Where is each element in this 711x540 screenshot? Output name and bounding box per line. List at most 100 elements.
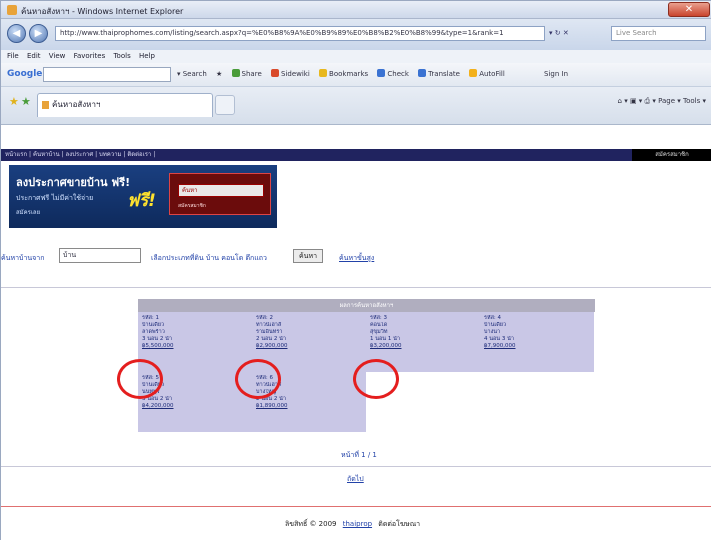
google-toolbar: Google ▾ Search ★ Share Sidewiki Bookmar… <box>1 63 711 87</box>
live-search-input[interactable]: Live Search <box>611 26 706 41</box>
cell-price[interactable]: ฿4,200,000 <box>142 403 248 410</box>
banner-subtitle: ประกาศฟรี ไม่มีค่าใช้จ่าย <box>16 194 94 202</box>
google-search-input[interactable] <box>43 67 171 82</box>
new-tab-button[interactable] <box>215 95 235 115</box>
menu-favorites[interactable]: Favorites <box>74 52 106 60</box>
google-share-button[interactable]: Share <box>231 69 262 78</box>
cell-rooms: 4 นอน 3 น้ำ <box>484 336 514 342</box>
banner-free-badge: ฟรี! <box>127 191 156 211</box>
google-autofill-button[interactable]: AutoFill <box>469 69 505 78</box>
autofill-label: AutoFill <box>479 70 505 78</box>
tab-favicon-icon <box>42 101 49 109</box>
favorites-star-icon[interactable]: ★ <box>9 95 19 108</box>
cell-id: รหัส: 3 <box>370 315 388 321</box>
pagination-text: หน้าที่ 1 / 1 <box>341 451 377 459</box>
footer-divider <box>1 506 711 507</box>
google-bookmarks-button[interactable]: Bookmarks <box>319 69 368 78</box>
cell-type: บ้านเดี่ยว <box>484 322 507 328</box>
check-label: Check <box>387 70 409 78</box>
google-check-button[interactable]: Check <box>377 69 409 78</box>
cell-location: ลาดพร้าว <box>142 329 165 335</box>
search-type-options[interactable]: เลือกประเภทที่ดิน บ้าน คอนโด ตึกแถว <box>151 253 267 264</box>
next-page-link[interactable]: ถัดไป <box>347 474 364 485</box>
tab-active[interactable]: ค้นหาอสังหาฯ <box>37 93 213 117</box>
translate-icon <box>418 69 427 77</box>
address-controls[interactable]: ▾ ↻ ✕ <box>549 26 607 41</box>
sidewiki-icon <box>270 69 279 77</box>
google-star-button[interactable]: ★ <box>216 70 222 78</box>
google-sidewiki-button[interactable]: Sidewiki <box>270 69 310 78</box>
advanced-search-link[interactable]: ค้นหาขั้นสูง <box>339 253 374 264</box>
check-icon <box>377 69 386 77</box>
cell-rooms: 3 นอน 2 น้ำ <box>142 396 172 402</box>
highlight-circle-1 <box>117 359 163 399</box>
banner-signup-box: ค้นหา สมัครสมาชิก <box>169 173 271 215</box>
search-button[interactable]: ค้นหา <box>293 249 323 263</box>
close-window-button[interactable]: ✕ <box>668 2 710 17</box>
google-sign-in-link[interactable]: Sign In <box>544 70 568 78</box>
cell-type: บ้านเดี่ยว <box>142 322 165 328</box>
footer-link[interactable]: thaiprop <box>343 520 372 528</box>
tab-label: ค้นหาอสังหาฯ <box>52 100 101 109</box>
address-input[interactable]: http://www.thaiprophomes.com/listing/sea… <box>55 26 545 41</box>
banner-signup-label: สมัครสมาชิก <box>178 203 206 209</box>
cell-id: รหัส: 1 <box>142 315 160 321</box>
translate-label: Translate <box>428 70 460 78</box>
browser-window: ค้นหาอสังหาฯ - Windows Internet Explorer… <box>0 0 711 540</box>
cell-location: สุขุมวิท <box>370 329 388 335</box>
command-bar[interactable]: ⌂ ▾ ▣ ▾ ⎙ ▾ Page ▾ Tools ▾ <box>618 97 706 106</box>
site-nav-links[interactable]: หน้าแรก | ค้นหาบ้าน | ลงประกาศ | บทความ … <box>5 151 155 158</box>
divider <box>1 466 711 467</box>
site-nav-right[interactable]: สมัครสมาชิก <box>632 149 711 161</box>
menu-help[interactable]: Help <box>139 52 155 60</box>
result-cell-4[interactable]: รหัส: 4 บ้านเดี่ยว บางนา 4 นอน 3 น้ำ ฿7,… <box>480 312 594 372</box>
cell-location: บางนา <box>484 329 501 335</box>
cell-price[interactable]: ฿5,500,000 <box>142 343 248 350</box>
banner-search-field: ค้นหา <box>178 184 264 197</box>
cell-price[interactable]: ฿2,900,000 <box>256 343 362 350</box>
cell-type: ทาวน์เฮาส์ <box>256 322 282 328</box>
site-nav-bar: หน้าแรก | ค้นหาบ้าน | ลงประกาศ | บทความ … <box>1 149 711 161</box>
cell-type: คอนโด <box>370 322 388 328</box>
page-favicon-icon <box>7 5 17 15</box>
google-logo: Google <box>7 69 43 79</box>
cell-location: รามอินทรา <box>256 329 283 335</box>
menu-view[interactable]: View <box>49 52 66 60</box>
menu-bar: File Edit View Favorites Tools Help <box>1 50 711 63</box>
highlight-circle-3 <box>353 359 399 399</box>
search-input[interactable]: บ้าน <box>59 248 141 263</box>
share-label: Share <box>241 70 262 78</box>
divider <box>1 287 711 288</box>
cell-price[interactable]: ฿1,890,000 <box>256 403 362 410</box>
sidewiki-label: Sidewiki <box>280 70 310 78</box>
add-favorite-icon[interactable]: ★ <box>21 95 31 108</box>
google-translate-button[interactable]: Translate <box>418 69 460 78</box>
back-button[interactable]: ◀ <box>7 24 26 43</box>
forward-button[interactable]: ▶ <box>29 24 48 43</box>
promo-banner[interactable]: ลงประกาศขายบ้าน ฟรี! ประกาศฟรี ไม่มีค่าใ… <box>9 165 277 228</box>
footer-left: ลิขสิทธิ์ © 2009 <box>285 520 337 528</box>
cell-id: รหัส: 4 <box>484 315 502 321</box>
share-icon <box>231 69 240 77</box>
menu-tools[interactable]: Tools <box>113 52 130 60</box>
cell-rooms: 1 นอน 1 น้ำ <box>370 336 400 342</box>
tab-row: ★ ★ ค้นหาอสังหาฯ ⌂ ▾ ▣ ▾ ⎙ ▾ Page ▾ Tool… <box>1 87 711 125</box>
cell-price[interactable]: ฿3,200,000 <box>370 343 476 350</box>
cell-price[interactable]: ฿7,900,000 <box>484 343 590 350</box>
search-label: ค้นหาบ้านจาก <box>1 254 45 262</box>
highlight-circle-2 <box>235 359 281 399</box>
address-row: ◀ ▶ http://www.thaiprophomes.com/listing… <box>1 19 711 50</box>
results-header: ผลการค้นหาอสังหาฯ <box>138 299 595 312</box>
page-content: หน้าแรก | ค้นหาบ้าน | ลงประกาศ | บทความ … <box>1 125 711 540</box>
menu-file[interactable]: File <box>7 52 19 60</box>
banner-small-text: สมัครเลย <box>16 209 41 216</box>
cell-rooms: 2 นอน 2 น้ำ <box>256 336 286 342</box>
menu-edit[interactable]: Edit <box>27 52 41 60</box>
footer: ลิขสิทธิ์ © 2009 thaiprop ติดต่อโฆษณา <box>285 519 424 530</box>
title-bar: ค้นหาอสังหาฯ - Windows Internet Explorer… <box>1 1 711 19</box>
bookmark-star-icon <box>319 69 328 77</box>
cell-rooms: 2 นอน 2 น้ำ <box>256 396 286 402</box>
window-title: ค้นหาอสังหาฯ - Windows Internet Explorer <box>21 7 184 16</box>
google-search-button[interactable]: ▾ Search <box>177 70 207 78</box>
footer-right[interactable]: ติดต่อโฆษณา <box>378 520 420 528</box>
